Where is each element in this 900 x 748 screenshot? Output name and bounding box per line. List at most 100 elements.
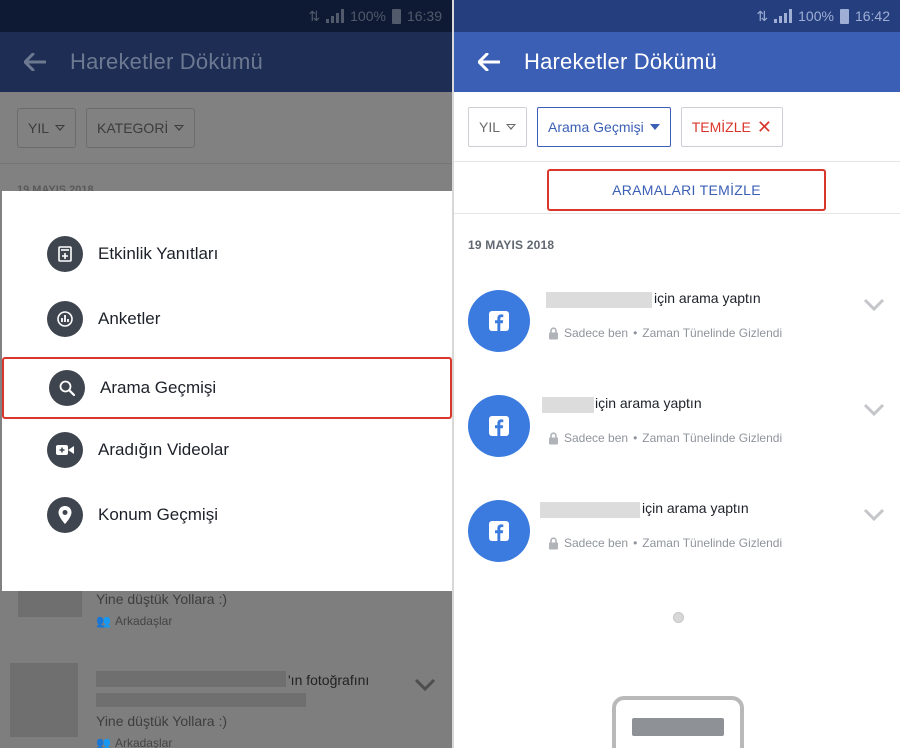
search-entry[interactable]: için arama yaptın Sadece ben • Zaman Tünel…	[468, 290, 888, 370]
triangle-down-icon	[506, 123, 517, 130]
privacy-text: Sadece ben	[564, 431, 629, 445]
entry-text: için arama yaptın	[642, 500, 749, 516]
entry-text: için arama yaptın	[595, 395, 702, 411]
friends-icon: 👥	[96, 736, 111, 748]
menu-item-label: Aradığın Videolar	[98, 440, 230, 459]
chevron-down-icon[interactable]	[414, 678, 436, 697]
search-icon	[49, 370, 85, 406]
blurred-avatar	[10, 663, 78, 737]
visibility-text: Zaman Tünelinde Gizlendi	[642, 536, 783, 550]
friends-icon: 👥	[96, 614, 111, 628]
clear-searches-button[interactable]: ARAMALARI TEMİZLE	[547, 169, 826, 211]
clock: 16:42	[854, 8, 890, 24]
privacy-label: 👥 Arkadaşlar	[96, 736, 172, 748]
network-icon: ⇅	[308, 7, 321, 24]
feed-item-text: 'ın fotoğrafını	[288, 672, 370, 688]
facebook-icon	[468, 500, 530, 562]
lock-icon	[549, 431, 558, 444]
blurred-text	[96, 693, 306, 707]
facebook-icon	[468, 290, 530, 352]
right-screen: ⇅ 100% 16:42 Hareketler Dökümü YIL Arama…	[454, 0, 900, 748]
filter-bar: YIL Arama Geçmişi TEMİZLE ✕	[454, 92, 900, 162]
visibility-text: Zaman Tünelinde Gizlendi	[642, 326, 783, 340]
close-icon: ✕	[756, 116, 772, 137]
menu-item-location-history[interactable]: Konum Geçmişi	[2, 485, 452, 545]
clear-filter-button[interactable]: TEMİZLE ✕	[680, 106, 783, 147]
chevron-down-icon[interactable]	[863, 508, 885, 527]
calendar-plus-icon	[47, 236, 83, 272]
menu-item-label: Anketler	[98, 309, 161, 328]
entry-text: için arama yaptın	[654, 290, 761, 306]
video-camera-icon	[47, 432, 83, 468]
location-pin-icon	[47, 497, 83, 533]
privacy-text: Arkadaşlar	[114, 736, 173, 748]
menu-item-searched-videos[interactable]: Aradığın Videolar	[2, 420, 452, 480]
category-filter-label: KATEGORİ	[97, 119, 169, 136]
app-bar: Hareketler Dökümü	[454, 32, 900, 92]
battery-percent: 100%	[350, 8, 386, 24]
activity-feed-background: Yine düştük Yollara :) 👥 Arkadaşlar 'ın f…	[0, 591, 452, 748]
blurred-name	[96, 671, 286, 687]
separator-dot: •	[633, 431, 638, 445]
entry-meta: Sadece ben • Zaman Tünelinde Gizlendi	[548, 431, 782, 445]
menu-item-polls[interactable]: Anketler	[2, 289, 452, 349]
year-filter-label: YIL	[28, 119, 50, 136]
active-filter-label: Arama Geçmişi	[548, 118, 644, 135]
privacy-text: Sadece ben	[564, 326, 629, 340]
clock: 16:39	[406, 8, 442, 24]
filter-bar: YIL KATEGORİ	[0, 92, 452, 164]
redacted-query	[542, 397, 594, 413]
category-menu: Etkinlik Yanıtları Anketler Arama Geçmiş…	[2, 191, 452, 591]
battery-icon	[839, 8, 849, 24]
arrow-left-icon	[478, 53, 500, 71]
separator	[454, 213, 900, 214]
battery-icon	[391, 8, 401, 24]
search-entry[interactable]: için arama yaptın Sadece ben • Zaman Tünel…	[468, 395, 888, 475]
poll-chart-icon	[47, 301, 83, 337]
menu-item-search-history[interactable]: Arama Geçmişi	[2, 357, 452, 419]
battery-percent: 100%	[798, 8, 834, 24]
menu-item-label: Etkinlik Yanıtları	[98, 244, 219, 263]
triangle-down-icon	[649, 123, 660, 130]
chevron-down-icon[interactable]	[863, 298, 885, 317]
triangle-down-icon	[55, 124, 66, 131]
loading-indicator	[673, 612, 684, 623]
year-filter[interactable]: YIL	[468, 106, 528, 147]
status-bar: ⇅ 100% 16:39	[0, 0, 452, 32]
feed-item-text: Yine düştük Yollara :)	[96, 713, 228, 729]
date-header: 19 MAYIS 2018	[468, 238, 555, 252]
facebook-icon	[468, 395, 530, 457]
chevron-down-icon[interactable]	[863, 403, 885, 422]
lock-icon	[549, 536, 558, 549]
triangle-down-icon	[174, 124, 185, 131]
app-bar: Hareketler Dökümü	[0, 32, 452, 92]
year-filter[interactable]: YIL	[17, 107, 77, 148]
back-button[interactable]	[0, 53, 70, 71]
blurred-avatar	[18, 591, 82, 617]
entry-meta: Sadece ben • Zaman Tünelinde Gizlendi	[548, 326, 782, 340]
visibility-text: Zaman Tünelinde Gizlendi	[642, 431, 783, 445]
empty-state-illustration	[612, 696, 744, 748]
arrow-left-icon	[24, 53, 46, 71]
privacy-text: Sadece ben	[564, 536, 629, 550]
menu-item-event-responses[interactable]: Etkinlik Yanıtları	[2, 224, 452, 284]
lock-icon	[549, 326, 558, 339]
signal-icon	[326, 9, 345, 23]
illustration-bar	[632, 718, 724, 736]
search-history-filter[interactable]: Arama Geçmişi	[537, 106, 671, 147]
clear-filter-label: TEMİZLE	[691, 118, 751, 135]
network-icon: ⇅	[756, 7, 769, 24]
separator-dot: •	[633, 536, 638, 550]
page-title: Hareketler Dökümü	[524, 49, 717, 74]
year-filter-label: YIL	[479, 118, 501, 135]
privacy-label: 👥 Arkadaşlar	[96, 614, 172, 628]
menu-item-label: Arama Geçmişi	[100, 378, 217, 397]
feed-item-text: Yine düştük Yollara :)	[96, 591, 228, 607]
search-entry[interactable]: için arama yaptın Sadece ben • Zaman Tünel…	[468, 500, 888, 580]
redacted-query	[540, 502, 640, 518]
entry-meta: Sadece ben • Zaman Tünelinde Gizlendi	[548, 536, 782, 550]
redacted-query	[546, 292, 652, 308]
menu-item-label: Konum Geçmişi	[98, 505, 218, 524]
back-button[interactable]	[454, 53, 524, 71]
category-filter[interactable]: KATEGORİ	[86, 107, 196, 148]
